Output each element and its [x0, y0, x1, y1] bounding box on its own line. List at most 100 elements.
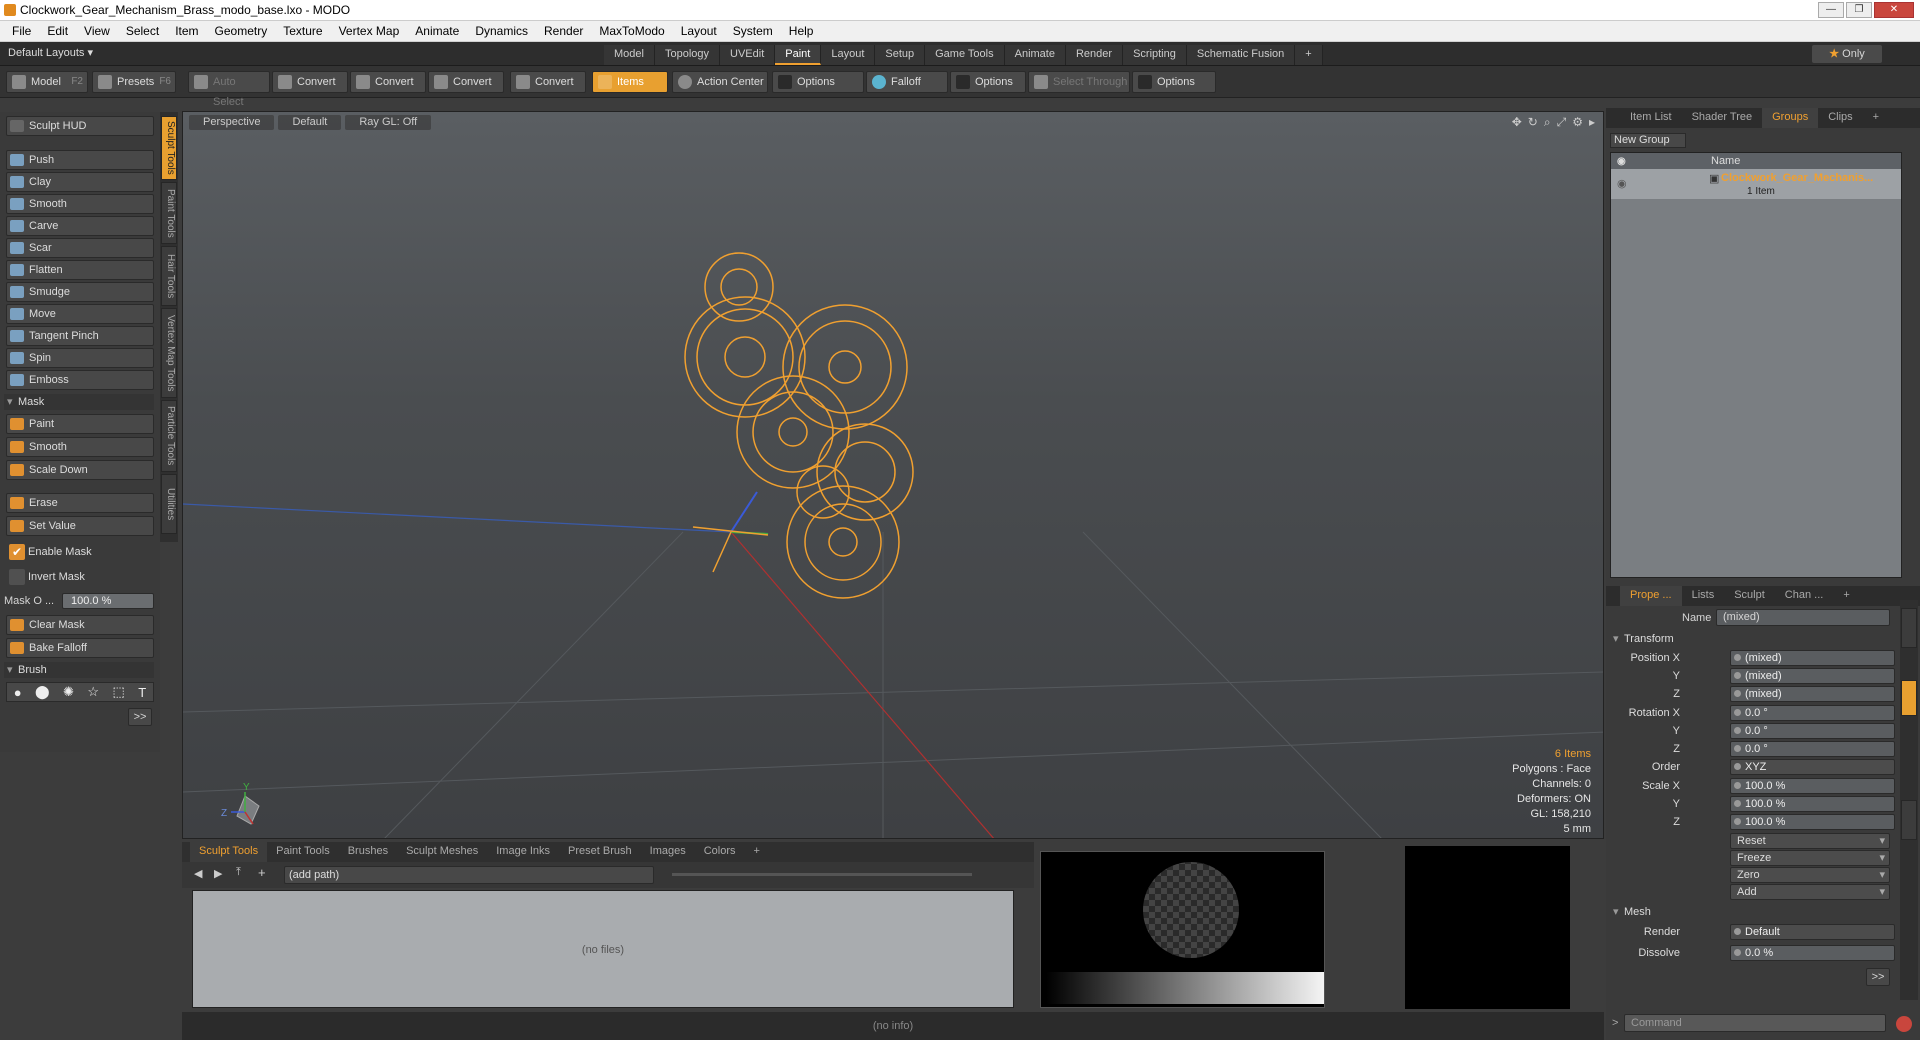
enable-mask-checkbox[interactable]: ✔ Enable Mask: [6, 543, 154, 563]
thumbnail-size-slider[interactable]: [672, 873, 972, 876]
scale-y-field[interactable]: 100.0 %: [1730, 796, 1895, 812]
tool-spin[interactable]: Spin: [6, 348, 154, 368]
dissolve-field[interactable]: 0.0 %: [1730, 945, 1895, 961]
reset-dropdown[interactable]: Reset: [1730, 833, 1890, 849]
menu-render[interactable]: Render: [536, 24, 591, 38]
add-tab-button[interactable]: +: [1295, 45, 1323, 65]
tab-sculpt[interactable]: Sculpt: [1724, 586, 1775, 606]
select-through-button[interactable]: Select Through: [1028, 71, 1130, 93]
position-z-field[interactable]: (mixed): [1730, 686, 1895, 702]
bottom-tab-image-inks[interactable]: Image Inks: [487, 842, 559, 862]
position-x-field[interactable]: (mixed): [1730, 650, 1895, 666]
default-layouts-dropdown[interactable]: Default Layouts ▾: [8, 46, 93, 59]
new-group-button[interactable]: New Group: [1610, 133, 1686, 148]
tool-move[interactable]: Move: [6, 304, 154, 324]
freeze-dropdown[interactable]: Freeze: [1730, 850, 1890, 866]
invert-mask-checkbox[interactable]: Invert Mask: [6, 568, 154, 588]
render-dropdown[interactable]: Default: [1730, 924, 1895, 940]
tab-uvedit[interactable]: UVEdit: [720, 45, 776, 65]
options-button-1[interactable]: Options: [772, 71, 864, 93]
tool-scar[interactable]: Scar: [6, 238, 154, 258]
zero-dropdown[interactable]: Zero: [1730, 867, 1890, 883]
convert-button-3[interactable]: Convert: [428, 71, 504, 93]
tab-animate[interactable]: Animate: [1004, 45, 1066, 65]
sculpt-hud-button[interactable]: Sculpt HUD: [6, 116, 154, 136]
group-row[interactable]: ◉ ▣ Clockwork_Gear_Mechanis... 1 Item: [1611, 169, 1901, 199]
path-dropdown[interactable]: (add path): [284, 866, 654, 884]
orientation-cube[interactable]: Z Y: [221, 782, 260, 825]
menu-view[interactable]: View: [76, 24, 118, 38]
menu-layout[interactable]: Layout: [673, 24, 725, 38]
side-tab-particle-tools[interactable]: Particle Tools: [161, 400, 177, 472]
props-add-tab-button[interactable]: +: [1833, 586, 1859, 606]
tab-paint[interactable]: Paint: [775, 45, 822, 65]
tab-clips[interactable]: Clips: [1818, 108, 1862, 128]
tab-channels[interactable]: Chan ...: [1775, 586, 1834, 606]
rotation-z-field[interactable]: 0.0 °: [1730, 741, 1895, 757]
tool-carve[interactable]: Carve: [6, 216, 154, 236]
tab-render[interactable]: Render: [1065, 45, 1124, 65]
star-brush-icon[interactable]: ☆: [87, 684, 99, 700]
tab-scripting[interactable]: Scripting: [1123, 45, 1187, 65]
transform-section-header[interactable]: Transform: [1610, 631, 1760, 647]
tool-smudge[interactable]: Smudge: [6, 282, 154, 302]
back-icon[interactable]: ◀: [194, 867, 202, 880]
bottom-tab-sculpt-meshes[interactable]: Sculpt Meshes: [397, 842, 487, 862]
erase-button[interactable]: Erase: [6, 493, 154, 513]
side-tab-sculpt-tools[interactable]: Sculpt Tools: [161, 116, 177, 180]
tab-properties[interactable]: Prope ...: [1620, 586, 1682, 606]
props-more-button[interactable]: >>: [1866, 968, 1890, 986]
mask-opacity-field[interactable]: 100.0 %: [62, 593, 154, 609]
name-column-header[interactable]: Name: [1711, 153, 1740, 169]
name-field[interactable]: (mixed): [1716, 609, 1890, 626]
side-tab-vertex-map-tools[interactable]: Vertex Map Tools: [161, 308, 177, 398]
tool-tangent-pinch[interactable]: Tangent Pinch: [6, 326, 154, 346]
right-add-tab-button[interactable]: +: [1863, 108, 1889, 128]
mask-smooth-button[interactable]: Smooth: [6, 437, 154, 457]
tab-schematic-fusion[interactable]: Schematic Fusion: [1186, 45, 1296, 65]
bottom-tab-images[interactable]: Images: [641, 842, 695, 862]
side-tab-hair-tools[interactable]: Hair Tools: [161, 246, 177, 306]
rotation-y-field[interactable]: 0.0 °: [1730, 723, 1895, 739]
tab-shader-tree[interactable]: Shader Tree: [1682, 108, 1763, 128]
menu-geometry[interactable]: Geometry: [207, 24, 276, 38]
menu-maxtomodo[interactable]: MaxToModo: [591, 24, 672, 38]
add-dropdown[interactable]: Add: [1730, 884, 1890, 900]
scale-z-field[interactable]: 100.0 %: [1730, 814, 1895, 830]
side-tab-utilities[interactable]: Utilities: [161, 474, 177, 534]
falloff-button[interactable]: Falloff: [866, 71, 948, 93]
order-dropdown[interactable]: XYZ: [1730, 759, 1895, 775]
auto-select-button[interactable]: Auto Select: [188, 71, 270, 108]
forward-icon[interactable]: ▶: [214, 867, 222, 880]
tab-topology[interactable]: Topology: [654, 45, 721, 65]
bake-falloff-button[interactable]: Bake Falloff: [6, 638, 154, 658]
mask-section-header[interactable]: Mask: [4, 394, 154, 410]
rotation-x-field[interactable]: 0.0 °: [1730, 705, 1895, 721]
maximize-button[interactable]: ❐: [1846, 2, 1872, 18]
tool-emboss[interactable]: Emboss: [6, 370, 154, 390]
tab-game-tools[interactable]: Game Tools: [925, 45, 1005, 65]
soft-brush-icon[interactable]: ●: [14, 685, 22, 700]
mask-paint-button[interactable]: Paint: [6, 414, 154, 434]
tab-groups[interactable]: Groups: [1762, 108, 1819, 128]
position-y-field[interactable]: (mixed): [1730, 668, 1895, 684]
splat-brush-icon[interactable]: ✺: [63, 684, 74, 700]
menu-help[interactable]: Help: [781, 24, 822, 38]
menu-system[interactable]: System: [725, 24, 781, 38]
gizmo-y-axis[interactable]: [730, 491, 758, 533]
side-tab-paint-tools[interactable]: Paint Tools: [161, 182, 177, 244]
menu-select[interactable]: Select: [118, 24, 167, 38]
menu-vertex-map[interactable]: Vertex Map: [331, 24, 408, 38]
text-brush-icon[interactable]: T: [138, 685, 146, 700]
convert-button-1[interactable]: Convert: [272, 71, 348, 93]
tool-smooth[interactable]: Smooth: [6, 194, 154, 214]
bottom-tab-paint-tools[interactable]: Paint Tools: [267, 842, 339, 862]
menu-animate[interactable]: Animate: [407, 24, 467, 38]
tab-setup[interactable]: Setup: [875, 45, 926, 65]
command-input[interactable]: Command: [1624, 1014, 1886, 1032]
scale-x-field[interactable]: 100.0 %: [1730, 778, 1895, 794]
bottom-tab-sculpt-tools[interactable]: Sculpt Tools: [190, 842, 268, 862]
presets-button[interactable]: Presets F6: [92, 71, 176, 93]
bottom-add-tab-button[interactable]: +: [745, 842, 769, 862]
items-button[interactable]: Items: [592, 71, 668, 93]
